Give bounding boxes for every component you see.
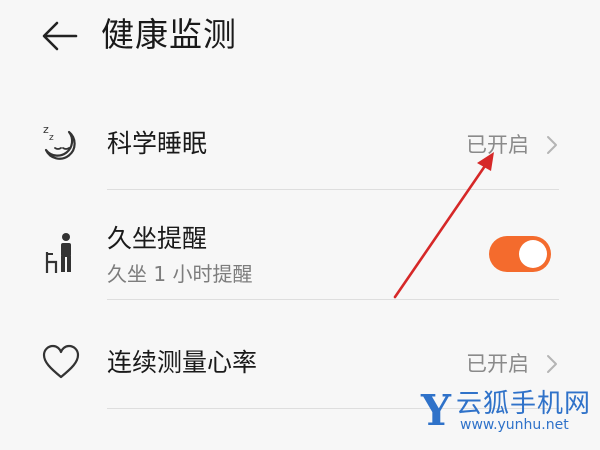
watermark-url: www.yunhu.net [460, 417, 569, 433]
arrow-left-icon [42, 21, 78, 51]
row-value-science-sleep: 已开启 [466, 133, 529, 157]
watermark-name: 云狐手机网 [456, 389, 592, 419]
chevron-right-icon [547, 355, 557, 373]
heart-icon [42, 344, 80, 379]
sedentary-person-icon [45, 233, 71, 273]
header-bar: 健康监测 [0, 0, 600, 72]
row-label-sedentary-reminder: 久坐提醒 [107, 224, 208, 253]
chevron-right-icon [547, 136, 557, 154]
svg-text:z: z [49, 133, 54, 143]
row-sublabel-sedentary-reminder: 久坐 1 小时提醒 [107, 262, 253, 286]
watermark-logo: Y 云狐手机网 www.yunhu.net [421, 389, 591, 439]
toggle-knob [519, 240, 547, 268]
row-value-continuous-heart-rate: 已开启 [466, 352, 529, 376]
sedentary-reminder-toggle[interactable] [489, 236, 551, 272]
watermark-letter: Y [421, 386, 451, 435]
page-title: 健康监测 [101, 15, 237, 54]
row-label-continuous-heart-rate: 连续测量心率 [107, 348, 258, 377]
sleep-moon-icon: z z [43, 123, 76, 160]
back-button[interactable] [40, 18, 80, 54]
row-label-science-sleep: 科学睡眠 [107, 129, 208, 158]
list-item-science-sleep[interactable]: z z 科学睡眠 已开启 [0, 100, 600, 190]
